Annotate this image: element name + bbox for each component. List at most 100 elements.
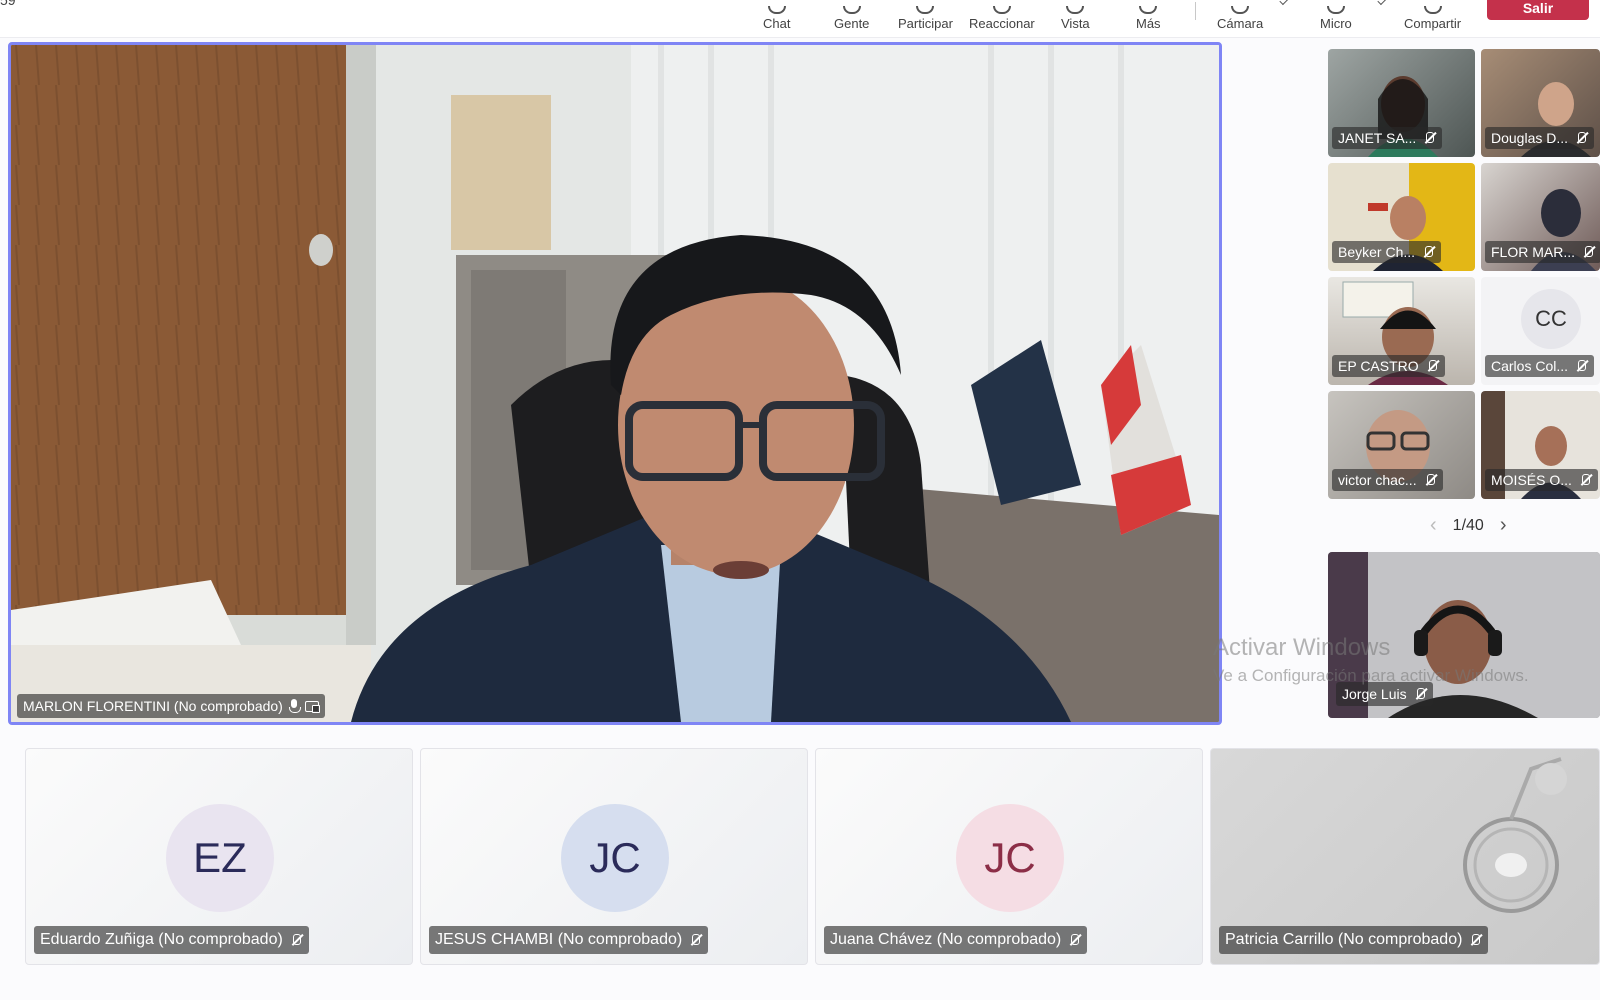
meeting-timer: 59 (0, 0, 16, 8)
participant-name-tag: MOISÉS O... (1485, 469, 1598, 491)
page-indicator: 1/40 (1452, 516, 1484, 534)
participant-name-tag: Beyker Ch... (1332, 241, 1442, 263)
participant-tile[interactable]: EZ Eduardo Zuñiga (No comprobado) (25, 748, 413, 965)
microphone-off-icon (1423, 473, 1437, 487)
view-button[interactable]: Vista (1061, 0, 1090, 36)
microphone-off-icon (1468, 933, 1482, 947)
participant-name-tag: FLOR MAR... (1485, 241, 1600, 263)
main-speaker-name: MARLON FLORENTINI (No comprobado) (23, 698, 283, 714)
participant-thumb[interactable]: Douglas D... (1481, 49, 1600, 157)
microphone-on-icon (288, 699, 301, 713)
participant-thumb[interactable]: JANET SA... (1328, 49, 1475, 157)
react-label: Reaccionar (969, 16, 1035, 31)
layout-icon (1066, 6, 1085, 14)
microphone-off-icon (1421, 245, 1435, 259)
participant-thumb[interactable]: MOISÉS O... (1481, 391, 1600, 499)
people-icon (842, 6, 861, 14)
participate-label: Participar (898, 16, 953, 31)
react-button[interactable]: Reaccionar (969, 0, 1035, 36)
participant-name: victor chac... (1338, 472, 1417, 488)
microphone-off-icon (1425, 359, 1439, 373)
participant-avatar: JC (561, 804, 669, 912)
participant-name-tag: JESUS CHAMBI (No comprobado) (429, 926, 709, 954)
meeting-window: 59 Chat Gente Participar Reaccionar Vist… (0, 0, 1600, 1000)
participant-name: Douglas D... (1491, 130, 1569, 146)
camera-options-chevron-icon[interactable] (1279, 0, 1289, 6)
microphone-off-icon (1422, 131, 1436, 145)
camera-icon (1231, 6, 1250, 14)
participant-thumb[interactable]: FLOR MAR... (1481, 163, 1600, 271)
participant-thumb[interactable]: victor chac... (1328, 391, 1475, 499)
participant-thumb[interactable]: Beyker Ch... (1328, 163, 1475, 271)
more-button[interactable]: Más (1136, 0, 1161, 36)
mic-button[interactable]: Micro (1320, 0, 1352, 36)
share-button[interactable]: Compartir (1404, 0, 1461, 36)
chat-label: Chat (763, 16, 791, 31)
participant-name: Jorge Luis (1342, 686, 1407, 702)
main-speaker-video[interactable]: MARLON FLORENTINI (No comprobado) (8, 42, 1222, 725)
participant-name-tag: victor chac... (1332, 469, 1443, 491)
participant-name-tag: JANET SA... (1332, 127, 1443, 149)
participant-name: Juana Chávez (No comprobado) (830, 931, 1062, 948)
microphone-off-icon (289, 933, 303, 947)
chat-button[interactable]: Chat (763, 0, 790, 36)
microphone-off-icon (1578, 473, 1592, 487)
participant-name-tag: Juana Chávez (No comprobado) (824, 926, 1088, 954)
leave-button[interactable]: Salir (1487, 0, 1589, 20)
participant-avatar: JC (956, 804, 1064, 912)
speaker-video-frame (11, 45, 1219, 722)
participant-name: Patricia Carrillo (No comprobado) (1225, 931, 1463, 948)
participant-name: Beyker Ch... (1338, 244, 1416, 260)
participant-tile[interactable]: JC Juana Chávez (No comprobado) (815, 748, 1203, 965)
more-icon (1139, 6, 1158, 14)
camera-button[interactable]: Cámara (1217, 0, 1263, 36)
people-label: Gente (834, 16, 870, 31)
participant-tile[interactable]: JC JESUS CHAMBI (No comprobado) (420, 748, 808, 965)
people-button[interactable]: Gente (834, 0, 869, 36)
mic-label: Micro (1320, 16, 1352, 31)
view-label: Vista (1061, 16, 1090, 31)
participant-name: EP CASTRO (1338, 358, 1419, 374)
raise-hand-icon (916, 6, 935, 14)
microphone-icon (1326, 6, 1345, 14)
participant-name-tag: Patricia Carrillo (No comprobado) (1219, 926, 1489, 954)
participant-tile[interactable]: Patricia Carrillo (No comprobado) (1210, 748, 1600, 965)
more-label: Más (1136, 16, 1161, 31)
participant-thumb[interactable]: EP CASTRO (1328, 277, 1475, 385)
participate-button[interactable]: Participar (898, 0, 953, 36)
meeting-toolbar: 59 Chat Gente Participar Reaccionar Vist… (0, 0, 1600, 38)
spotlight-icon (304, 700, 320, 713)
microphone-off-icon (688, 933, 702, 947)
mic-options-chevron-icon[interactable] (1377, 0, 1387, 6)
toolbar-divider (1195, 2, 1196, 20)
microphone-off-icon (1413, 687, 1427, 701)
next-page-icon[interactable]: › (1500, 514, 1507, 537)
microphone-off-icon (1574, 131, 1588, 145)
gallery-pager: ‹ 1/40 › (1430, 514, 1506, 537)
leave-label: Salir (1522, 0, 1554, 16)
participant-name: Eduardo Zuñiga (No comprobado) (40, 931, 283, 948)
participant-thumb[interactable]: CC Carlos Col... (1481, 277, 1600, 385)
participant-name-tag: Eduardo Zuñiga (No comprobado) (34, 926, 309, 954)
previous-page-icon[interactable]: ‹ (1430, 514, 1437, 537)
participant-avatar: CC (1521, 289, 1581, 349)
chat-icon (767, 6, 786, 14)
windows-activation-watermark-title: Activar Windows (1213, 634, 1391, 661)
participant-name: MOISÉS O... (1491, 472, 1572, 488)
participant-name: FLOR MAR... (1491, 244, 1576, 260)
participant-name-tag: Carlos Col... (1485, 355, 1595, 377)
microphone-off-icon (1574, 359, 1588, 373)
share-label: Compartir (1404, 16, 1462, 31)
camera-label: Cámara (1217, 16, 1264, 31)
windows-activation-watermark-text: Ve a Configuración para activar Windows. (1213, 666, 1529, 685)
participant-name: Carlos Col... (1491, 358, 1569, 374)
emoji-icon (992, 6, 1011, 14)
share-screen-icon (1423, 6, 1442, 14)
microphone-off-icon (1067, 933, 1081, 947)
participant-avatar: EZ (166, 804, 274, 912)
main-speaker-name-tag: MARLON FLORENTINI (No comprobado) (17, 694, 325, 718)
participant-name-tag: Douglas D... (1485, 127, 1595, 149)
microphone-off-icon (1581, 245, 1595, 259)
participant-name-tag: EP CASTRO (1332, 355, 1445, 377)
participant-name: JANET SA... (1338, 130, 1417, 146)
